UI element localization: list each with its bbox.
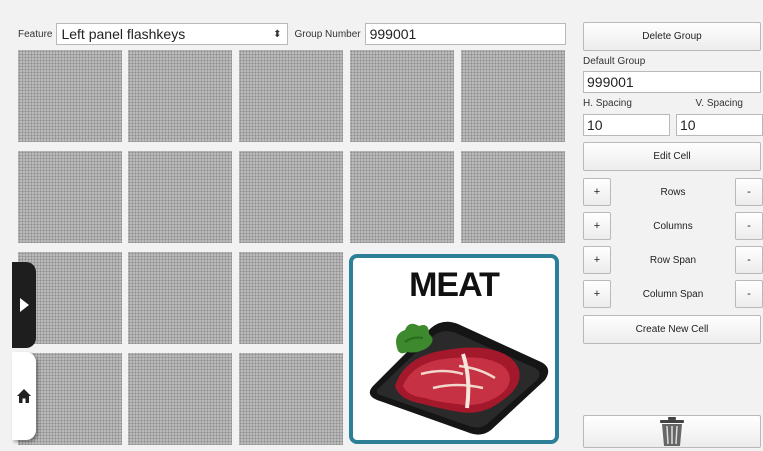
group-number-label: Group Number <box>294 28 361 40</box>
grid-cell[interactable] <box>128 353 232 445</box>
home-icon <box>17 389 31 403</box>
grid-cell[interactable] <box>350 151 454 243</box>
delete-group-button[interactable]: Delete Group <box>583 22 761 51</box>
grid-cell[interactable] <box>128 50 232 142</box>
grid-cell[interactable] <box>239 151 343 243</box>
v-spacing-label: V. Spacing <box>695 98 743 109</box>
feature-select[interactable]: Left panel flashkeys ⬍ <box>56 23 289 45</box>
row-span-plus-button[interactable]: + <box>583 246 611 274</box>
column-span-minus-button[interactable]: - <box>735 280 763 308</box>
column-span-label: Column Span <box>642 288 704 300</box>
home-handle[interactable] <box>12 352 36 440</box>
expand-panel-handle[interactable] <box>12 262 36 348</box>
grid-cell[interactable] <box>128 151 232 243</box>
grid-cell[interactable] <box>350 50 454 142</box>
columns-minus-button[interactable]: - <box>735 212 763 240</box>
row-span-control: + Row Span - <box>583 246 763 274</box>
columns-plus-button[interactable]: + <box>583 212 611 240</box>
grid-cell[interactable] <box>461 50 565 142</box>
h-spacing-input[interactable]: 10 <box>583 114 670 136</box>
edit-cell-button[interactable]: Edit Cell <box>583 142 761 171</box>
grid-cell[interactable] <box>128 252 232 344</box>
select-arrows-icon: ⬍ <box>273 28 282 40</box>
row-span-minus-button[interactable]: - <box>734 246 763 274</box>
column-span-plus-button[interactable]: + <box>583 280 611 308</box>
grid-cell[interactable] <box>239 50 343 142</box>
rows-plus-button[interactable]: + <box>583 178 611 206</box>
grid-cell[interactable] <box>18 50 122 142</box>
feature-select-value: Left panel flashkeys <box>61 26 186 42</box>
trash-icon <box>660 416 684 446</box>
group-number-input[interactable]: 999001 <box>364 23 566 45</box>
feature-bar: Feature Left panel flashkeys ⬍ Group Num… <box>18 22 566 46</box>
feature-label: Feature <box>18 28 53 40</box>
create-new-cell-button[interactable]: Create New Cell <box>583 315 761 344</box>
grid-cell[interactable] <box>18 151 122 243</box>
meat-flashkey-cell[interactable]: MEAT <box>349 254 559 444</box>
grid-cell[interactable] <box>239 353 343 445</box>
h-spacing-label: H. Spacing <box>583 98 632 109</box>
default-group-input[interactable]: 999001 <box>583 71 761 93</box>
flashkey-grid: MEAT <box>18 50 566 447</box>
rows-minus-button[interactable]: - <box>734 178 763 206</box>
rows-label: Rows <box>660 186 686 198</box>
columns-control: + Columns - <box>583 212 763 240</box>
default-group-label: Default Group <box>583 56 646 67</box>
trash-button[interactable] <box>583 415 761 448</box>
right-panel: Delete Group Default Group 999001 H. Spa… <box>583 22 763 344</box>
columns-label: Columns <box>653 220 693 232</box>
v-spacing-input[interactable]: 10 <box>676 114 763 136</box>
grid-cell[interactable] <box>461 151 565 243</box>
rows-control: + Rows - <box>583 178 763 206</box>
triangle-right-icon <box>20 298 29 312</box>
column-span-control: + Column Span - <box>583 280 763 308</box>
meat-cell-title: MEAT <box>409 266 500 304</box>
steak-tray-image <box>369 321 549 435</box>
row-span-label: Row Span <box>649 254 697 266</box>
grid-cell[interactable] <box>239 252 343 344</box>
